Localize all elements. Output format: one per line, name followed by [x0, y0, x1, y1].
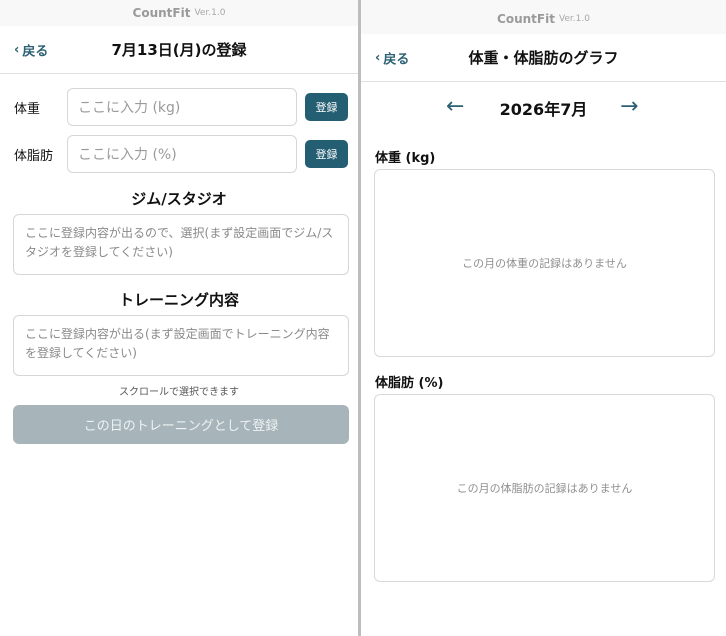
bodyfat-input[interactable]: ここに入力 (%)	[67, 135, 297, 173]
bodyfat-register-button[interactable]: 登録	[305, 140, 348, 168]
app-bar-right: CountFit Ver.1.0	[361, 0, 726, 34]
weight-row: 体重 ここに入力 (kg) 登録	[14, 88, 348, 126]
chevron-left-icon: ‹	[375, 50, 381, 65]
month-navigator: ← 2026年7月 →	[361, 94, 726, 122]
next-month-arrow-icon[interactable]: →	[620, 94, 638, 120]
page-title: 7月13日(月)の登録	[111, 41, 247, 59]
gym-section-title: ジム/スタジオ	[131, 190, 227, 208]
bodyfat-graph-title: 体脂肪 (%)	[375, 376, 444, 391]
back-button[interactable]: ‹ 戻る	[14, 40, 48, 59]
scroll-hint: スクロールで選択できます	[119, 387, 239, 398]
graph-screen: CountFit Ver.1.0 ‹ 戻る 体重・体脂肪のグラフ ← 2026年…	[361, 0, 726, 636]
entry-screen: CountFit Ver.1.0 ‹ 戻る 7月13日(月)の登録 体重 ここに…	[0, 0, 358, 636]
training-selector[interactable]: ここに登録内容が出る(まず設定画面でトレーニング内容を登録してください)	[13, 315, 349, 376]
graph-page-title: 体重・体脂肪のグラフ	[468, 49, 619, 67]
gym-selector[interactable]: ここに登録内容が出るので、選択(まず設定画面でジム/スタジオを登録してください)	[13, 214, 349, 275]
training-section-title: トレーニング内容	[118, 291, 239, 309]
weight-input[interactable]: ここに入力 (kg)	[67, 88, 297, 126]
app-brand: CountFit	[132, 6, 191, 20]
weight-register-button[interactable]: 登録	[305, 93, 348, 121]
prev-month-arrow-icon[interactable]: ←	[446, 94, 464, 120]
graph-nav-bar: ‹ 戻る 体重・体脂肪のグラフ	[361, 34, 726, 82]
submit-training-button[interactable]: この日のトレーニングとして登録	[13, 405, 349, 444]
back-label-right: 戻る	[383, 52, 410, 67]
chevron-left-icon: ‹	[14, 42, 20, 57]
back-label: 戻る	[22, 44, 49, 59]
app-brand-right: CountFit	[497, 12, 555, 26]
weight-graph-title: 体重 (kg)	[375, 151, 436, 166]
entry-nav-bar: ‹ 戻る 7月13日(月)の登録	[0, 26, 358, 74]
app-version: Ver.1.0	[194, 8, 226, 18]
weight-graph-area: この月の体重の記録はありません	[374, 169, 715, 357]
weight-label: 体重	[14, 101, 41, 117]
screen: CountFit Ver.1.0 ‹ 戻る 7月13日(月)の登録 体重 ここに…	[0, 0, 726, 636]
bodyfat-graph-area: この月の体脂肪の記録はありません	[374, 394, 715, 582]
bodyfat-row: 体脂肪 ここに入力 (%) 登録	[14, 135, 348, 173]
app-bar: CountFit Ver.1.0	[0, 0, 358, 26]
app-version-right: Ver.1.0	[558, 14, 590, 24]
bodyfat-label: 体脂肪	[14, 148, 54, 164]
weight-empty-message: この月の体重の記録はありません	[462, 257, 627, 270]
back-button-right[interactable]: ‹ 戻る	[375, 48, 409, 67]
current-month: 2026年7月	[499, 100, 588, 119]
bodyfat-empty-message: この月の体脂肪の記録はありません	[456, 482, 633, 495]
